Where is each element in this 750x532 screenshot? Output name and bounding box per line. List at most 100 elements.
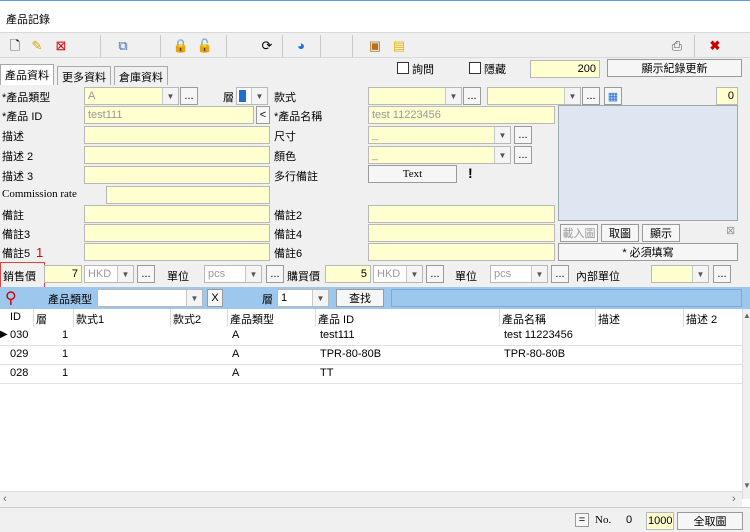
sell-currency-more-button[interactable]: ... [137, 265, 155, 283]
table-row[interactable]: ▶ 030 1 A test111 test 11223456 [0, 327, 742, 346]
find-button[interactable]: 查找 [336, 289, 384, 307]
sell-unit-select[interactable]: pcs ▼ [204, 265, 262, 283]
remark4-input[interactable] [368, 224, 555, 242]
equals-button[interactable]: = [575, 513, 589, 527]
chevron-down-icon[interactable]: ▼ [531, 266, 547, 282]
remark3-input[interactable] [84, 224, 270, 242]
scroll-left-icon[interactable]: ‹ [3, 493, 7, 505]
new-icon[interactable]: 🗋 [6, 36, 24, 54]
tab-warehouse-info[interactable]: 倉庫資料 [114, 66, 168, 85]
inquiry-checkbox[interactable] [397, 62, 409, 74]
tab-product-info[interactable]: 產品資料 [0, 64, 54, 85]
scroll-up-icon[interactable]: ▲ [743, 311, 750, 320]
scroll-right-icon[interactable]: › [732, 493, 736, 505]
chevron-down-icon[interactable]: ▼ [186, 290, 202, 306]
search-product-type-select[interactable]: ▼ [97, 289, 203, 307]
buy-unit-more-button[interactable]: ... [551, 265, 569, 283]
chevron-down-icon[interactable]: ▼ [251, 88, 267, 104]
layer-select[interactable]: ▼ [236, 87, 268, 105]
column-header-product-type[interactable]: 產品類型 [228, 309, 316, 327]
buy-currency-select[interactable]: HKD ▼ [373, 265, 423, 283]
show-image-button[interactable]: 顯示 [642, 224, 680, 242]
buy-currency-more-button[interactable]: ... [426, 265, 444, 283]
chevron-down-icon[interactable]: ▼ [117, 266, 133, 282]
chevron-down-icon[interactable]: ▼ [312, 290, 328, 306]
globe-icon[interactable]: ◕ [292, 36, 310, 54]
style2-select[interactable]: ▼ [487, 87, 581, 105]
remark2-input[interactable] [368, 205, 555, 223]
search-clear-button[interactable]: X [207, 289, 223, 307]
note-icon[interactable]: ▤ [390, 36, 408, 54]
column-header-desc2[interactable]: 描述 2 [684, 309, 742, 327]
box-icon[interactable]: ▣ [366, 36, 384, 54]
chevron-down-icon[interactable]: ▼ [564, 88, 580, 104]
calendar-icon[interactable]: ▦ [604, 87, 622, 105]
style1-select[interactable]: ▼ [368, 87, 462, 105]
tab-more-info[interactable]: 更多資料 [57, 66, 111, 85]
inner-unit-more-button[interactable]: ... [713, 265, 731, 283]
product-id-arrow-button[interactable]: < [256, 106, 270, 124]
product-type-select[interactable]: A ▼ [84, 87, 179, 105]
table-row[interactable]: 029 1 A TPR-80-80B TPR-80-80B [0, 346, 742, 365]
scroll-down-icon[interactable]: ▼ [743, 481, 750, 490]
buy-price-input[interactable]: 5 [325, 265, 371, 283]
sell-price-input[interactable]: 7 [44, 265, 82, 283]
clear-image-icon[interactable]: ⊠ [726, 224, 735, 237]
sell-currency-select[interactable]: HKD ▼ [84, 265, 134, 283]
chevron-down-icon[interactable]: ▼ [162, 88, 178, 104]
color-more-button[interactable]: ... [514, 146, 532, 164]
chevron-down-icon[interactable]: ▼ [692, 266, 708, 282]
search-layer-select[interactable]: 1 ▼ [277, 289, 329, 307]
desc2-input[interactable] [84, 146, 270, 164]
horizontal-scrollbar[interactable]: ‹ › [0, 491, 742, 507]
column-header-style1[interactable]: 款式1 [74, 309, 171, 327]
hidden-checkbox[interactable] [469, 62, 481, 74]
chevron-down-icon[interactable]: ▼ [494, 127, 510, 143]
record-count-input[interactable]: 200 [530, 60, 600, 78]
load-image-button[interactable]: 載入圖 [560, 224, 598, 242]
inner-unit-select[interactable]: ▼ [651, 265, 709, 283]
style-number-input[interactable]: 0 [716, 87, 738, 105]
take-all-images-button[interactable]: 全取圖 [677, 512, 743, 530]
search-icon[interactable]: ⚲ [5, 288, 17, 308]
size-select[interactable]: _ ▼ [368, 126, 511, 144]
desc-input[interactable] [84, 126, 270, 144]
chevron-down-icon[interactable]: ▼ [406, 266, 422, 282]
refresh-records-button[interactable]: 顯示紀錄更新 [607, 59, 742, 77]
unlock-icon[interactable]: 🔓 [196, 36, 214, 54]
lock-icon[interactable]: 🔒 [172, 36, 190, 54]
chevron-down-icon[interactable]: ▼ [445, 88, 461, 104]
product-name-input[interactable]: test 11223456 [368, 106, 555, 124]
column-header-product-id[interactable]: 產品 ID [316, 309, 500, 327]
product-image-area[interactable] [558, 105, 738, 221]
delete-icon[interactable]: ⊠ [52, 36, 70, 54]
size-more-button[interactable]: ... [514, 126, 532, 144]
commission-input[interactable] [106, 186, 270, 204]
column-header-id[interactable]: ID [0, 309, 34, 327]
sell-unit-more-button[interactable]: ... [266, 265, 284, 283]
close-icon[interactable]: ✖ [706, 36, 724, 54]
remark-input[interactable] [84, 205, 270, 223]
table-row[interactable]: 028 1 A TT [0, 365, 742, 384]
product-id-input[interactable]: test111 [84, 106, 254, 124]
edit-icon[interactable]: ✎ [28, 36, 46, 54]
style2-more-button[interactable]: ... [582, 87, 600, 105]
chevron-down-icon[interactable]: ▼ [494, 147, 510, 163]
search-text-input[interactable] [391, 289, 742, 307]
buy-unit-select[interactable]: pcs ▼ [490, 265, 548, 283]
column-header-style2[interactable]: 款式2 [171, 309, 228, 327]
print-icon[interactable]: ⎙ [668, 36, 686, 54]
remark5-input[interactable] [84, 243, 270, 261]
remark6-input[interactable] [368, 243, 555, 261]
desc3-input[interactable] [84, 166, 270, 184]
page-size-input[interactable]: 1000 [646, 512, 674, 530]
text-button[interactable]: Text [368, 165, 457, 183]
column-header-desc[interactable]: 描述 [596, 309, 684, 327]
product-type-more-button[interactable]: ... [180, 87, 198, 105]
color-select[interactable]: _ ▼ [368, 146, 511, 164]
take-image-button[interactable]: 取圖 [601, 224, 639, 242]
copy-icon[interactable]: ⧉ [114, 36, 132, 54]
column-header-product-name[interactable]: 產品名稱 [500, 309, 596, 327]
refresh-icon[interactable]: ⟳ [258, 36, 276, 54]
column-header-layer[interactable]: 層 [34, 309, 74, 327]
